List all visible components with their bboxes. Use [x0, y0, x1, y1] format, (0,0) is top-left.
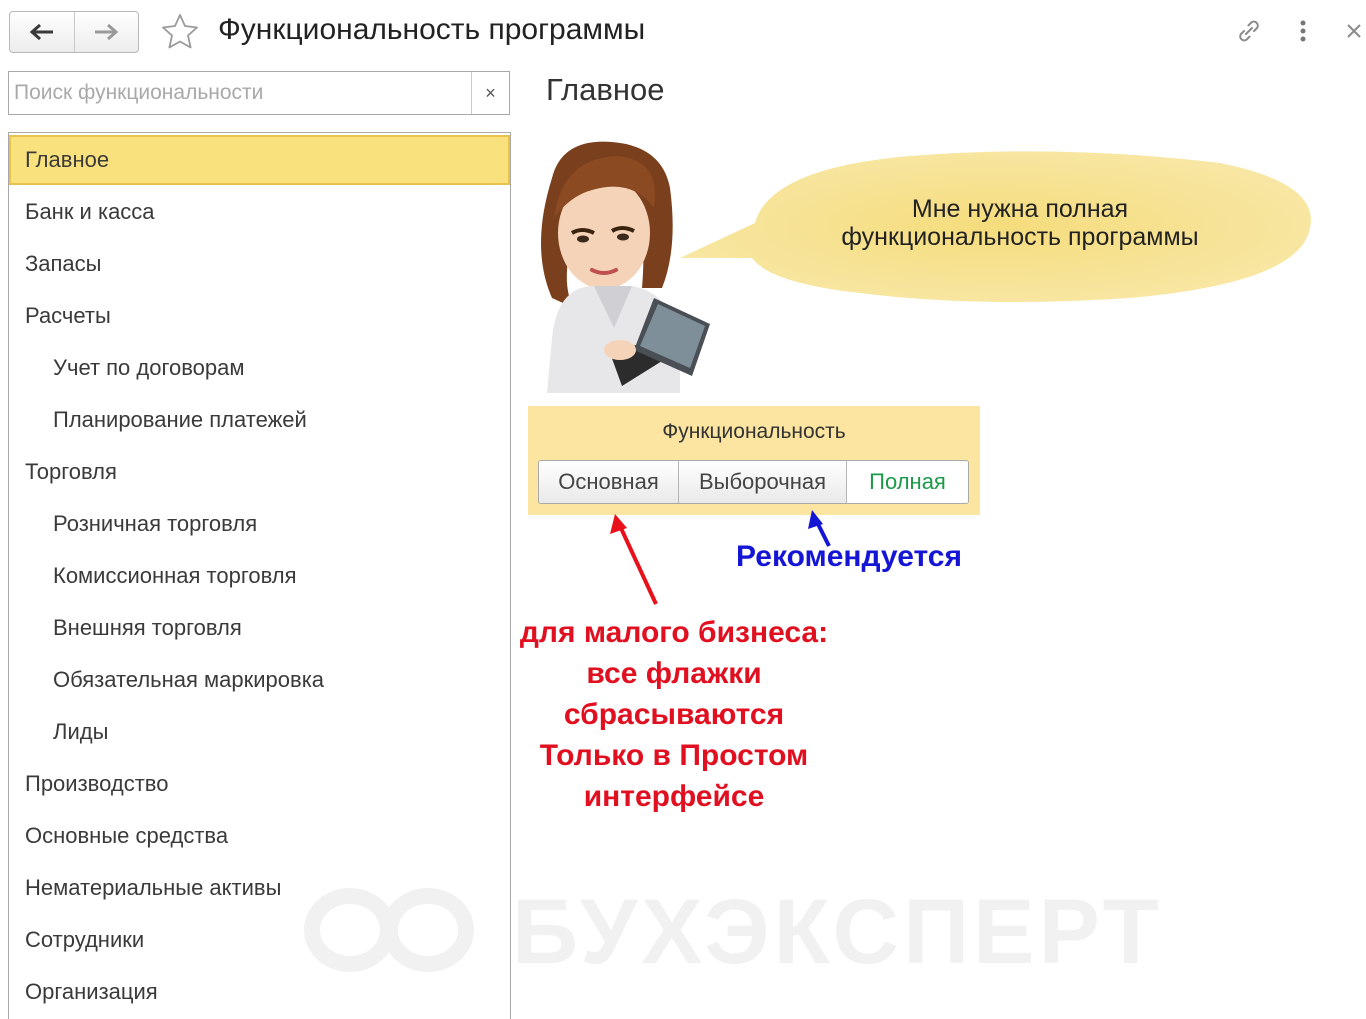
red-arrow	[610, 514, 658, 605]
sidebar-item-glavnoe[interactable]: Главное	[9, 135, 510, 185]
sidebar-item-roznichnaya[interactable]: Розничная торговля	[9, 499, 510, 549]
note-line-2: все флажки	[586, 657, 762, 690]
search-input[interactable]	[9, 72, 471, 114]
star-icon[interactable]	[160, 12, 200, 52]
section-title: Главное	[546, 72, 665, 107]
forward-arrow-icon	[95, 23, 119, 41]
functionality-switch: Основная Выборочная Полная	[538, 460, 969, 504]
note-line-1: для малого бизнеса:	[519, 616, 829, 649]
sidebar-item-proizvodstvo[interactable]: Производство	[9, 759, 510, 809]
sidebar-item-planirovanie[interactable]: Планирование платежей	[9, 395, 510, 445]
search-clear-button[interactable]: ×	[471, 72, 509, 114]
bubble-line-2: функциональность программы	[841, 223, 1199, 251]
back-arrow-icon	[29, 23, 53, 41]
small-business-note: для малого бизнеса: все флажки сбрасываю…	[514, 612, 834, 817]
close-icon[interactable]	[1341, 14, 1366, 48]
note-line-3: сбрасываются	[563, 698, 785, 731]
more-vertical-icon[interactable]	[1290, 14, 1316, 48]
sidebar-item-uchet-dogovoram[interactable]: Учет по договорам	[9, 343, 510, 393]
sidebar-item-markirovka[interactable]: Обязательная маркировка	[9, 655, 510, 705]
bubble-line-1: Мне нужна полная	[911, 195, 1129, 223]
sidebar-item-osnovnye-sredstva[interactable]: Основные средства	[9, 811, 510, 861]
note-line-4: Только в Простом	[539, 739, 809, 772]
functionality-label: Функциональность	[662, 420, 846, 443]
watermark-logo	[304, 888, 474, 972]
sidebar-item-zapasy[interactable]: Запасы	[9, 239, 510, 289]
option-osnovnaya[interactable]: Основная	[539, 461, 678, 503]
search-box: ×	[8, 71, 510, 115]
bubble-text: Мне нужна полная функциональность програ…	[770, 195, 1270, 251]
sidebar-item-komissionnaya[interactable]: Комиссионная торговля	[9, 551, 510, 601]
link-icon[interactable]	[1232, 14, 1266, 48]
functionality-panel: Функциональность Основная Выборочная Пол…	[528, 406, 980, 515]
sidebar-item-lidy[interactable]: Лиды	[9, 707, 510, 757]
forward-button[interactable]	[73, 12, 139, 52]
option-polnaya[interactable]: Полная	[846, 461, 968, 503]
watermark-text: БУХЭКСПЕРТ	[512, 881, 1163, 983]
sidebar-item-vneshnyaya[interactable]: Внешняя торговля	[9, 603, 510, 653]
sidebar-item-bank[interactable]: Банк и касса	[9, 187, 510, 237]
navigation-buttons	[9, 11, 139, 53]
note-line-5: интерфейсе	[583, 780, 765, 813]
sidebar-item-raschety[interactable]: Расчеты	[9, 291, 510, 341]
back-button[interactable]	[10, 12, 74, 52]
sidebar-item-torgovlya[interactable]: Торговля	[9, 447, 510, 497]
window-title: Функциональность программы	[218, 13, 646, 46]
option-vyborochnaya[interactable]: Выборочная	[678, 461, 846, 503]
recommended-note: Рекомендуется	[736, 540, 962, 573]
